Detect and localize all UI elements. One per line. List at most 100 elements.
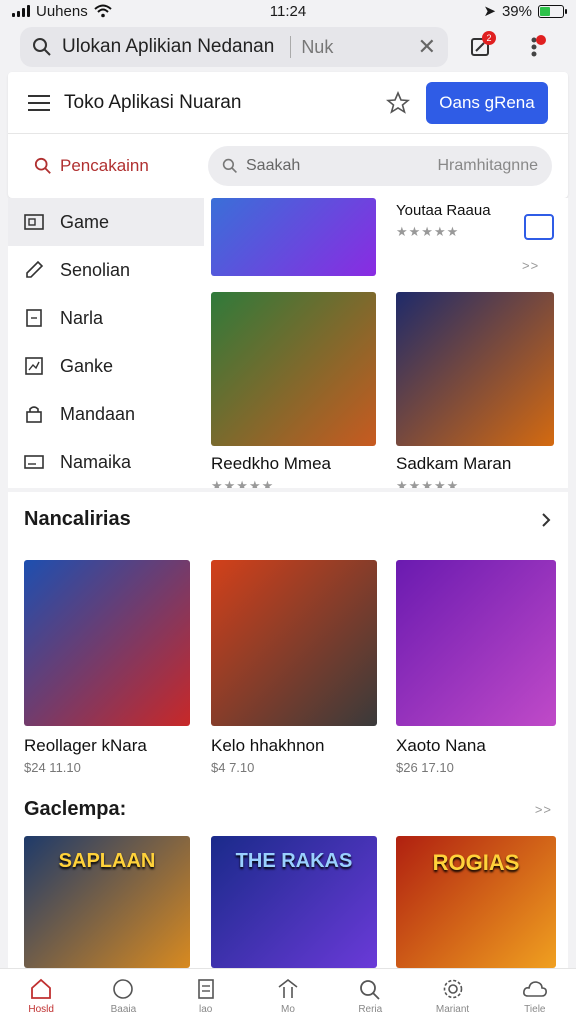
menu-icon[interactable] — [28, 94, 50, 111]
game-title: Kelo hhakhnon — [211, 736, 325, 755]
status-right: ➤ 39% — [483, 2, 567, 20]
game-icon — [24, 214, 44, 230]
home-icon — [31, 978, 52, 999]
game-banner: ROGIAS — [432, 850, 520, 875]
search-query-suffix: Nuk — [301, 36, 334, 57]
status-left: Uuhens — [12, 3, 112, 20]
game-title: Sadkam Maran — [396, 454, 512, 473]
more-options-button[interactable] — [512, 27, 556, 67]
nav-item-explore[interactable]: Baaia — [82, 969, 164, 1024]
sidebar-item-label: Namaika — [60, 451, 132, 472]
section-title: Nancalirias — [24, 508, 131, 530]
cloud-icon — [522, 981, 547, 997]
battery-percent: 39% — [501, 2, 532, 20]
section-gaclempa: Gaclempa: >> SAPLAAN THE RAKAS ROGIAS — [8, 782, 568, 968]
sidebar-item-senolian[interactable]: Senolian — [8, 246, 204, 294]
game-thumbnail[interactable]: SAPLAAN — [24, 836, 190, 968]
section-nancalirias: Nancalirias Reollager kNara $24 11.10 Ke… — [8, 492, 568, 782]
nav-label: lao — [199, 1004, 213, 1015]
nav-item-home[interactable]: Hosld — [0, 969, 82, 1024]
notification-button[interactable]: 2 — [458, 27, 502, 67]
game-rating: ★★★★★ — [396, 224, 460, 239]
nav-item-cloud[interactable]: Tiele — [494, 969, 576, 1024]
category-search-link[interactable]: Pencakainn — [34, 156, 149, 176]
battery-icon — [538, 4, 567, 18]
search-icon — [222, 158, 237, 173]
sidebar-item-namaika[interactable]: Namaika — [8, 438, 204, 486]
game-thumbnail[interactable] — [396, 560, 556, 726]
game-title: Youtaa Raaua — [396, 202, 491, 219]
sidebar-item-label: Narla — [60, 307, 104, 328]
nav-label: Mo — [281, 1004, 295, 1015]
game-title: Reollager kNara — [24, 736, 147, 755]
game-rating: ★★★★★ — [211, 478, 275, 488]
game-thumbnail[interactable] — [24, 560, 190, 726]
nav-item-settings[interactable]: Mariant — [411, 969, 493, 1024]
nav-item-store[interactable]: Mo — [247, 969, 329, 1024]
chevron-right-icon[interactable] — [540, 512, 552, 528]
nav-label: Baaia — [110, 1004, 137, 1015]
game-price: $4 7.10 — [211, 760, 255, 775]
nav-item-search[interactable]: Reria — [329, 969, 411, 1024]
game-thumbnail[interactable]: THE RAKAS — [211, 836, 377, 968]
game-title: Xaoto Nana — [396, 736, 486, 755]
sidebar-item-label: Senolian — [60, 259, 131, 280]
category-sidebar: Game Senolian Narla Ganke Mandaan Namaik… — [8, 198, 204, 488]
note-icon — [26, 309, 42, 327]
search-query: Ulokan Aplikian Nedanan — [62, 36, 275, 57]
search-icon — [34, 157, 51, 174]
store-search-input[interactable]: Saakah Hramhitagnne — [208, 146, 552, 186]
game-title: Reedkho Mmea — [211, 454, 332, 473]
sidebar-item-mandaan[interactable]: Mandaan — [8, 390, 204, 438]
game-thumbnail[interactable] — [211, 292, 376, 446]
sidebar-item-label: Ganke — [60, 355, 114, 376]
card-icon — [24, 455, 44, 469]
sidebar-item-label: Game — [60, 211, 110, 232]
search-icon — [33, 38, 51, 56]
more-link[interactable]: >> — [522, 258, 539, 273]
more-link[interactable]: >> — [535, 802, 552, 817]
search-hint: Hramhitagnne — [437, 157, 539, 174]
featured-games-grid: Youtaa Raaua ★★★★★ >> Reedkho Mmea ★★★★★… — [204, 198, 568, 488]
search-placeholder: Saakah — [246, 157, 301, 174]
nav-label: Reria — [358, 1004, 383, 1015]
nav-label: Tiele — [524, 1004, 546, 1015]
section-title: Gaclempa: — [24, 798, 127, 820]
status-bar: Uuhens 11:24 ➤ 39% — [0, 0, 576, 22]
game-thumbnail[interactable] — [211, 198, 376, 276]
store-icon — [278, 978, 298, 998]
sidebar-item-narla[interactable]: Narla — [8, 294, 204, 342]
clear-icon[interactable]: ✕ — [418, 34, 436, 60]
top-search-bar[interactable]: Ulokan Aplikian Nedanan Nuk ✕ — [20, 27, 448, 67]
sidebar-item-ganke[interactable]: Ganke — [8, 342, 204, 390]
top-bar: Ulokan Aplikian Nedanan Nuk ✕ 2 — [0, 22, 576, 72]
game-rating: ★★★★★ — [396, 478, 460, 488]
game-thumbnail[interactable] — [211, 560, 377, 726]
notification-badge: 2 — [482, 31, 496, 45]
signal-icon — [12, 5, 30, 17]
game-price: $26 17.10 — [396, 760, 454, 775]
store-header-card: Toko Aplikasi Nuaran Oans gRena Pencakai… — [8, 72, 568, 198]
store-title: Toko Aplikasi Nuaran — [64, 91, 242, 113]
star-icon[interactable] — [386, 90, 410, 115]
list-icon — [197, 979, 214, 999]
nav-item-list[interactable]: lao — [165, 969, 247, 1024]
wifi-icon — [94, 4, 112, 18]
category-search-label: Pencakainn — [60, 156, 149, 175]
game-thumbnail[interactable] — [396, 292, 554, 446]
carrier-name: Uuhens — [36, 2, 88, 20]
verified-badge — [524, 214, 554, 240]
chart-icon — [25, 357, 43, 375]
game-thumbnail[interactable]: ROGIAS — [396, 836, 556, 968]
nav-label: Mariant — [435, 1004, 470, 1015]
bottom-navigation: Hosld Baaia lao Mo Reria Mariant Tiele — [0, 968, 576, 1024]
game-price: $24 11.10 — [24, 760, 81, 775]
divider — [290, 36, 292, 58]
lock-icon — [26, 406, 42, 423]
compass-icon — [113, 979, 134, 999]
pen-icon — [26, 260, 44, 278]
game-banner: THE RAKAS — [235, 850, 353, 872]
store-search-row: Pencakainn Saakah Hramhitagnne — [8, 134, 568, 198]
sidebar-item-game[interactable]: Game — [8, 198, 204, 246]
open-app-button[interactable]: Oans gRena — [426, 81, 548, 124]
